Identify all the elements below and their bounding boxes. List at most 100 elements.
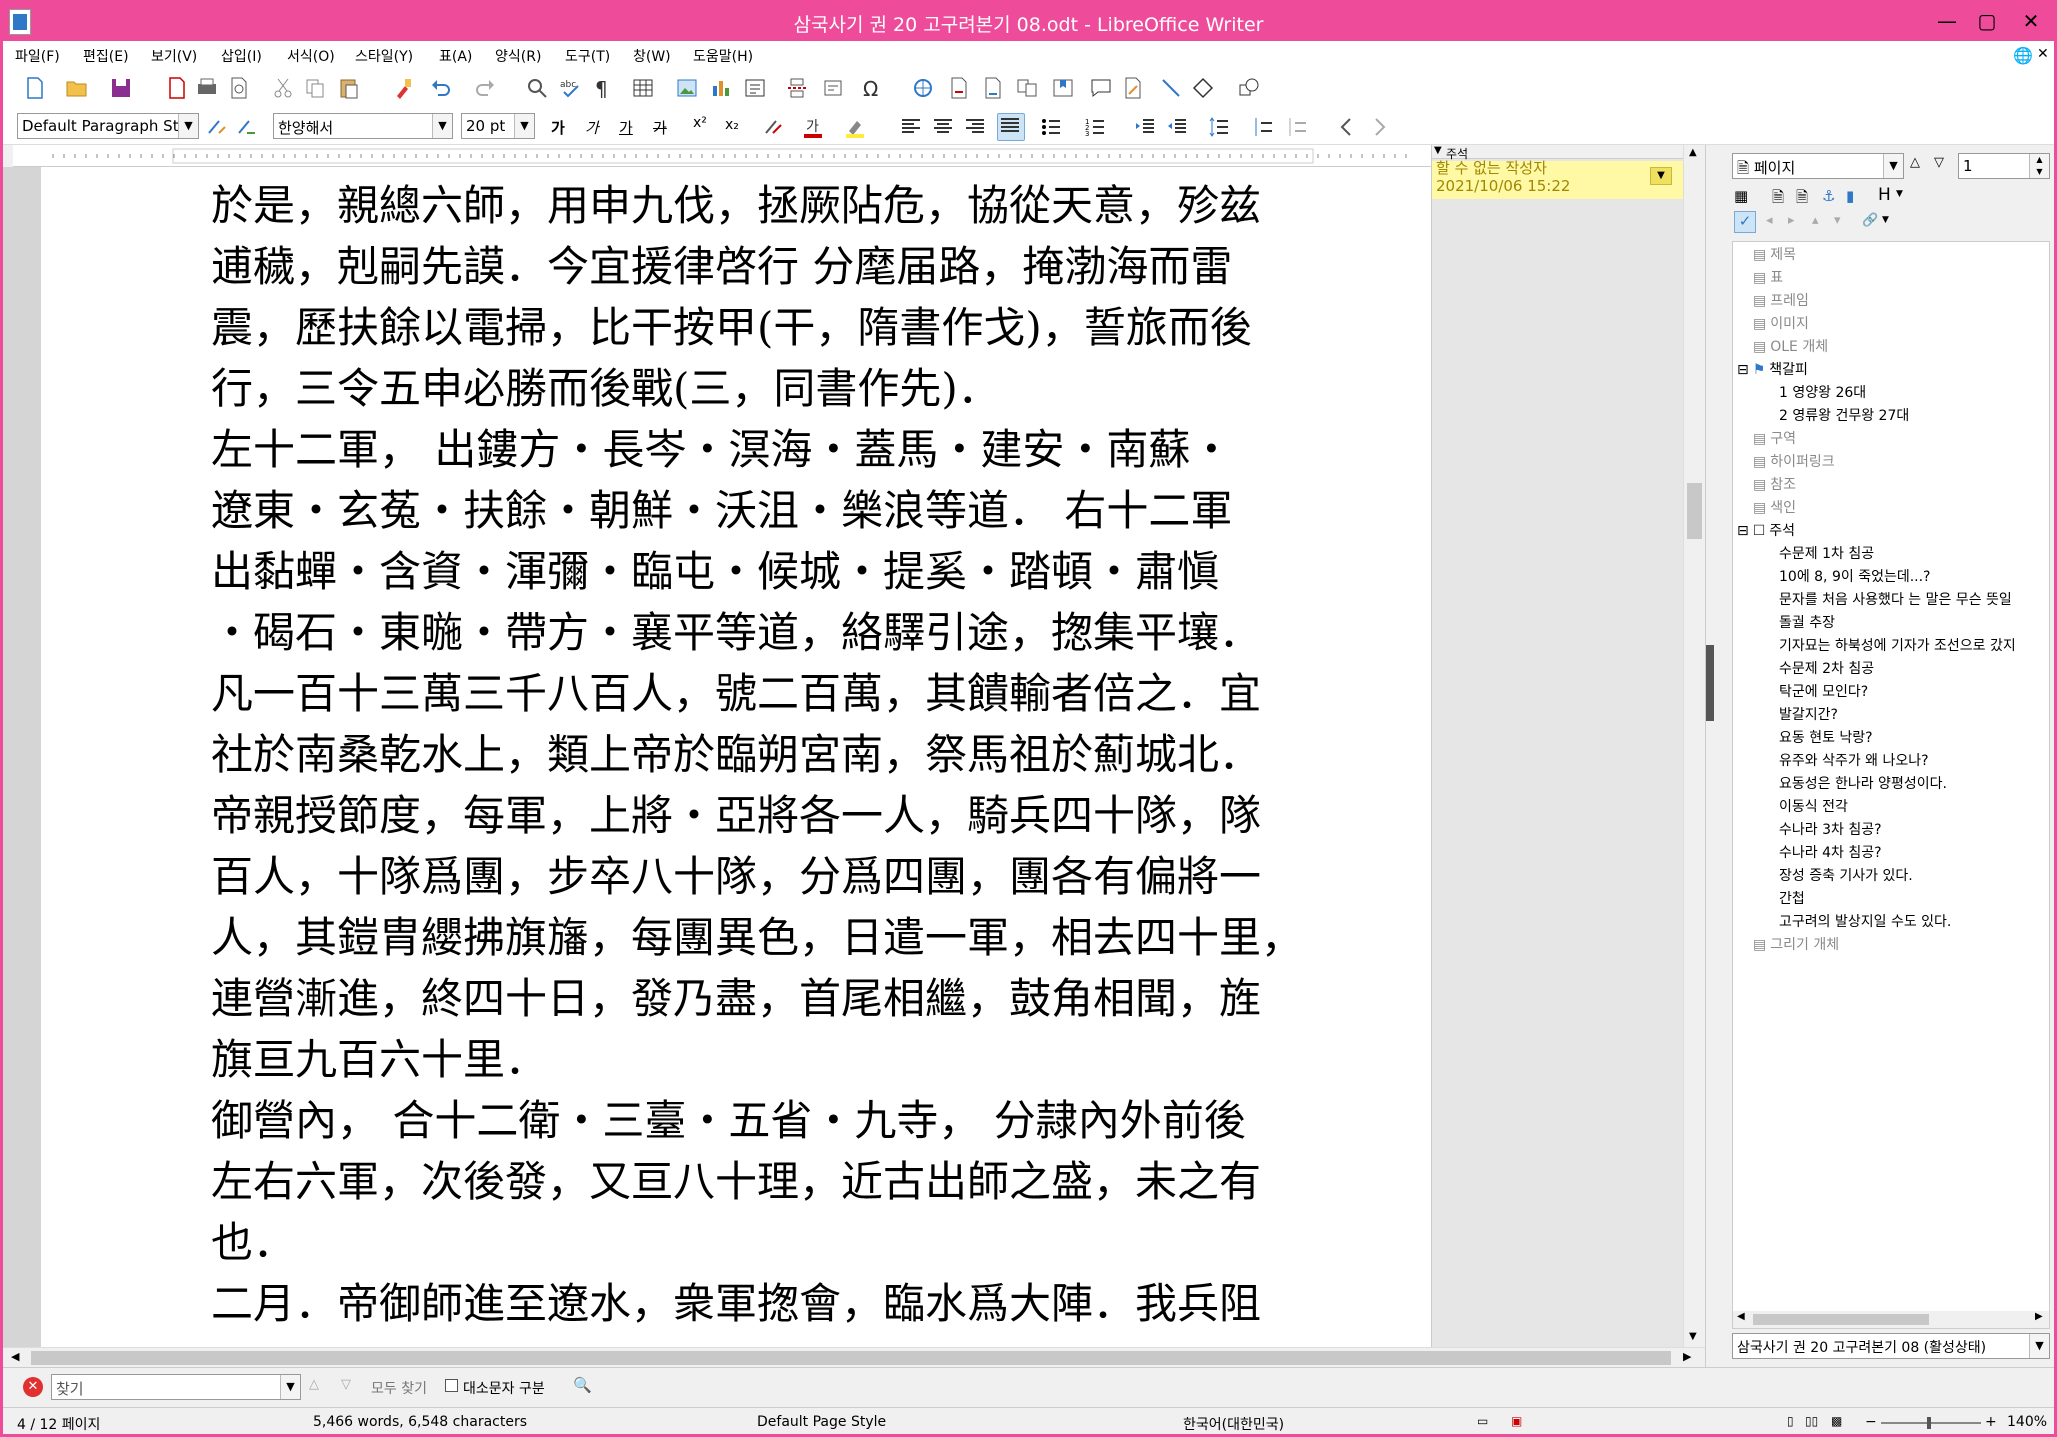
sidebar-collapse-handle[interactable] [1706,645,1714,721]
menu-help[interactable]: 도움말(H) [693,46,753,66]
chevron-down-icon[interactable]: ▼ [1882,215,1889,225]
redo-icon[interactable] [473,76,497,100]
footnote-icon[interactable] [947,76,971,100]
draw-functions-icon[interactable] [1237,76,1261,100]
paste-icon[interactable] [337,76,361,100]
decrease-indent-icon[interactable] [1165,115,1189,139]
justify-icon[interactable] [997,113,1025,141]
navigator-tree[interactable]: ▤ 제목 ▤ 표 ▤ 프레임 ▤ 이미지 ▤ OLE 개체 ⊟ ⚑ 책갈피 1 영양왕 26대 2 영류왕 … [1732,241,2050,1327]
navigator-category-select[interactable]: 🗎 페이지 ▼ [1732,153,1904,179]
menu-window[interactable]: 창(W) [633,46,671,66]
maximize-icon[interactable]: ▢ [1967,7,2007,35]
decrease-spacing-icon[interactable] [1285,115,1309,139]
content-navigation-view-icon[interactable]: ▦ [1734,187,1748,205]
zoom-level[interactable]: 140% [2007,1414,2047,1430]
navigator-entry[interactable]: 문자를 처음 사용했다 는 말은 무슨 뜻일 [1779,589,2012,609]
find-all-button[interactable]: 모두 찾기 [371,1378,427,1398]
text-line[interactable]: 左十二軍， 出鏤方・長岑・溟海・蓋馬・建安・南蘇・ [211,419,1351,480]
navigator-category[interactable]: ▤ 그리기 개체 [1753,934,1839,954]
copy-icon[interactable] [303,76,327,100]
paragraph-spacing-icon[interactable] [1251,115,1275,139]
navigator-category[interactable]: ⊟ ⚑ 책갈피 [1737,359,1808,379]
toggle-icon[interactable]: ✓ [1734,211,1756,233]
document-modified-icon[interactable]: ▣ [1511,1414,1522,1428]
navigator-entry[interactable]: 1 영양왕 26대 [1779,382,1866,402]
document-select[interactable]: 삼국사기 권 20 고구려본기 08 (활성상태) ▼ [1732,1333,2050,1359]
increase-indent-icon[interactable] [1133,115,1157,139]
chevron-down-icon[interactable]: ▼ [2029,1334,2049,1358]
navigator-category[interactable]: ▤ 색인 [1753,497,1796,517]
language[interactable]: 한국어(대한민국) [1183,1414,1284,1434]
endnote-icon[interactable] [981,76,1005,100]
insert-mode-icon[interactable]: ▭ [1477,1414,1488,1428]
page-break-icon[interactable] [785,76,809,100]
text-line[interactable]: 百人，十隊爲團，步卒八十隊，分爲四團，團各有偏將一 [211,846,1351,907]
font-size-select[interactable]: 20 pt ▼ [461,113,535,139]
chevron-down-icon[interactable]: ▼ [432,114,452,138]
new-document-icon[interactable] [23,76,47,100]
text-line[interactable]: 行，三令五申必勝而後戰(三，同書作先)． [211,358,1351,419]
find-replace-dialog-icon[interactable]: 🔍 [573,1376,592,1394]
drag-mode-icon[interactable]: 🔗 [1862,213,1878,228]
menu-form[interactable]: 양식(R) [495,46,541,66]
basic-shapes-icon[interactable] [1191,76,1215,100]
find-next-icon[interactable]: ▽ [341,1377,351,1392]
next-page-icon[interactable] [1367,115,1391,139]
cut-icon[interactable] [271,76,295,100]
print-icon[interactable] [195,76,219,100]
zoom-out-icon[interactable]: − [1865,1414,1877,1430]
clear-formatting-icon[interactable] [761,115,785,139]
navigator-entry[interactable]: 돌궐 추장 [1779,612,1835,632]
navigator-entry[interactable]: 10에 8, 9이 죽었는데...? [1779,566,1931,586]
line-spacing-icon[interactable] [1207,115,1231,139]
vertical-scrollbar[interactable]: ▲ ▼ [1683,145,1705,1347]
navigator-category[interactable]: ▤ 참조 [1753,474,1796,494]
unordered-list-icon[interactable] [1039,115,1063,139]
navigate-down-icon[interactable]: ▽ [1934,155,1944,170]
spinner-arrows-icon[interactable]: ▲ ▼ [2029,154,2049,178]
print-preview-icon[interactable] [227,76,251,100]
navigator-entry[interactable]: 이동식 전각 [1779,796,1848,816]
spellcheck-icon[interactable]: abc [559,76,583,100]
navigator-hscroll[interactable]: ◀ ▶ [1732,1311,2050,1329]
find-input[interactable]: 찾기 ▼ [51,1374,301,1400]
set-reminder-icon[interactable]: ▮ [1846,187,1854,205]
align-center-icon[interactable] [931,115,955,139]
scroll-left-icon[interactable]: ◀ [1737,1311,1745,1322]
text-line[interactable]: 二月．帝御師進至遼水，衆軍揔會，臨水爲大陣．我兵阻 [211,1273,1351,1334]
menu-styles[interactable]: 스타일(Y) [355,46,413,66]
hyperlink-icon[interactable] [911,76,935,100]
strikethrough-button[interactable]: 가 [653,117,667,138]
menu-file[interactable]: 파일(F) [15,46,60,66]
clone-formatting-icon[interactable] [391,76,415,100]
scroll-up-icon[interactable]: ▲ [1689,147,1697,158]
text-line[interactable]: 御營內， 合十二衛・三臺・五省・九寺， 分隷內外前後 [211,1090,1351,1151]
close-document-icon[interactable]: ✕ [2037,46,2049,62]
minimize-icon[interactable]: — [1927,7,1967,35]
horizontal-ruler[interactable] [13,145,1431,167]
bold-button[interactable]: 가 [551,117,565,138]
text-line[interactable]: 震，歷扶餘以電掃，比干按甲(干，隋書作戈)，誓旅而後 [211,297,1351,358]
navigator-entry[interactable]: 수나라 4차 침공? [1779,842,1882,862]
close-find-icon[interactable]: ✕ [23,1377,43,1397]
chevron-down-icon[interactable]: ▼ [280,1375,300,1399]
insert-table-icon[interactable] [631,76,655,100]
menu-view[interactable]: 보기(V) [151,46,197,66]
text-line[interactable]: 遼東・玄菟・扶餘・朝鮮・沃沮・樂浪等道． 右十二軍 [211,480,1351,541]
text-line[interactable]: 連營漸進，終四十日，發乃盡，首尾相繼，鼓角相聞，旌 [211,968,1351,1029]
navigator-entry[interactable]: 요동성은 한나라 양평성이다. [1779,773,1947,793]
scroll-down-icon[interactable]: ▼ [1689,1331,1697,1342]
zoom-slider[interactable] [1881,1422,1981,1424]
text-line[interactable]: 出黏蟬・含資・渾彌・臨屯・候城・提奚・踏頓・肅愼 [211,541,1351,602]
chevron-down-icon[interactable]: ▼ [1896,189,1903,199]
text-line[interactable]: 逋穢，剋嗣先謨．今宜援律啓行 分麾届路，掩渤海而雷 [211,236,1351,297]
text-line[interactable]: ・碣石・東暆・帶方・襄平等道，絡驛引途，揔集平壤． [211,602,1351,663]
close-icon[interactable]: ✕ [2011,7,2051,35]
book-view-icon[interactable]: ▩ [1831,1414,1842,1428]
chevron-down-icon[interactable]: ▼ [514,114,534,138]
chevron-down-icon[interactable]: ▼ [178,114,198,138]
heading-level-button[interactable]: H [1878,185,1891,205]
save-icon[interactable] [109,76,133,100]
cross-reference-icon[interactable] [1015,76,1039,100]
bookmark-icon[interactable] [1051,76,1075,100]
